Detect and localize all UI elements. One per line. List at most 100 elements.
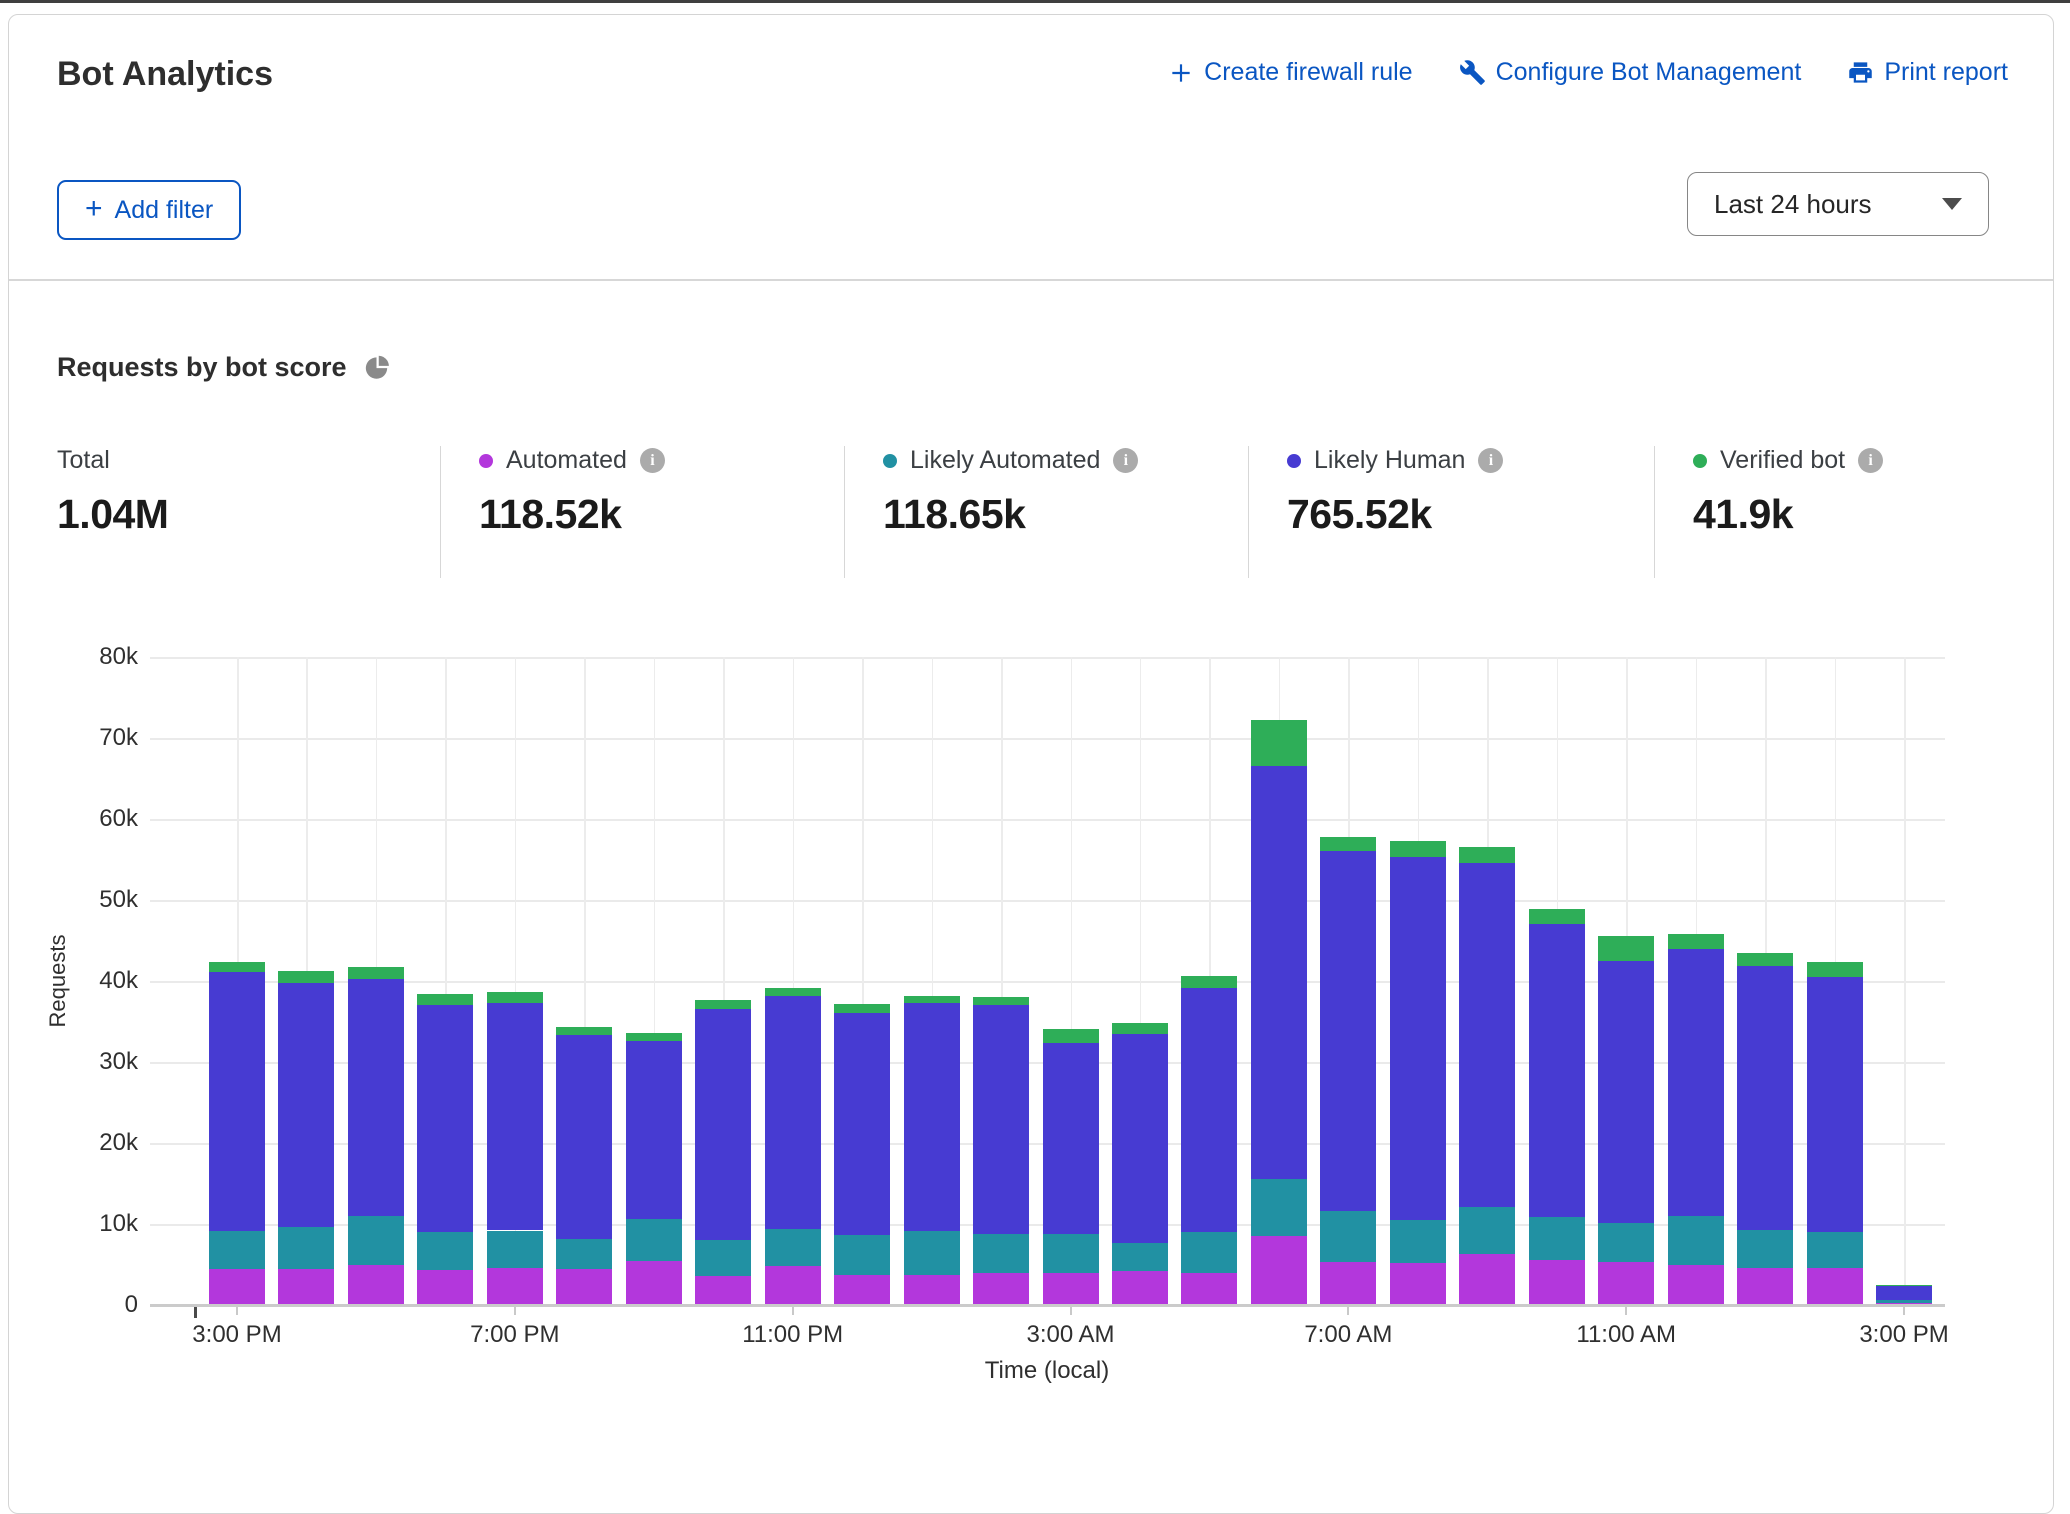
bar-17-likely-automated[interactable] bbox=[1390, 1220, 1446, 1263]
bar-10-automated[interactable] bbox=[904, 1275, 960, 1305]
bar-22-likely-human[interactable] bbox=[1737, 966, 1793, 1229]
bar-5-verified-bot[interactable] bbox=[556, 1027, 612, 1035]
bar-14-likely-automated[interactable] bbox=[1181, 1232, 1237, 1273]
bar-23-automated[interactable] bbox=[1807, 1268, 1863, 1305]
info-icon[interactable]: i bbox=[640, 448, 665, 473]
bar-16-likely-human[interactable] bbox=[1320, 851, 1376, 1211]
bar-6-likely-human[interactable] bbox=[626, 1041, 682, 1219]
bar-6-verified-bot[interactable] bbox=[626, 1033, 682, 1041]
bar-9-likely-human[interactable] bbox=[834, 1013, 890, 1236]
bar-2-likely-automated[interactable] bbox=[348, 1216, 404, 1265]
bar-7-likely-automated[interactable] bbox=[695, 1240, 751, 1276]
bar-23-verified-bot[interactable] bbox=[1807, 962, 1863, 977]
bar-14-likely-human[interactable] bbox=[1181, 988, 1237, 1232]
bar-13-automated[interactable] bbox=[1112, 1271, 1168, 1305]
info-icon[interactable]: i bbox=[1113, 448, 1138, 473]
bar-1-likely-human[interactable] bbox=[278, 983, 334, 1227]
add-filter-button[interactable]: + Add filter bbox=[57, 180, 241, 240]
info-icon[interactable]: i bbox=[1858, 448, 1883, 473]
bar-22-likely-automated[interactable] bbox=[1737, 1230, 1793, 1268]
bar-24-verified-bot[interactable] bbox=[1876, 1285, 1932, 1286]
bar-21-likely-automated[interactable] bbox=[1668, 1216, 1724, 1265]
bar-0-automated[interactable] bbox=[209, 1269, 265, 1305]
bar-6-likely-automated[interactable] bbox=[626, 1219, 682, 1261]
bar-15-automated[interactable] bbox=[1251, 1236, 1307, 1305]
bar-12-likely-human[interactable] bbox=[1043, 1043, 1099, 1234]
bar-6-automated[interactable] bbox=[626, 1261, 682, 1305]
print-report-link[interactable]: Print report bbox=[1847, 58, 2008, 87]
bar-18-verified-bot[interactable] bbox=[1459, 847, 1515, 862]
bar-4-automated[interactable] bbox=[487, 1268, 543, 1305]
bar-8-likely-human[interactable] bbox=[765, 996, 821, 1229]
bar-22-verified-bot[interactable] bbox=[1737, 953, 1793, 966]
bar-8-automated[interactable] bbox=[765, 1266, 821, 1305]
bar-0-likely-automated[interactable] bbox=[209, 1231, 265, 1268]
bar-8-verified-bot[interactable] bbox=[765, 988, 821, 996]
bar-12-automated[interactable] bbox=[1043, 1273, 1099, 1305]
bar-10-likely-human[interactable] bbox=[904, 1003, 960, 1231]
bar-5-likely-automated[interactable] bbox=[556, 1239, 612, 1269]
bar-14-automated[interactable] bbox=[1181, 1273, 1237, 1305]
bar-11-likely-automated[interactable] bbox=[973, 1234, 1029, 1273]
bar-7-verified-bot[interactable] bbox=[695, 1000, 751, 1009]
bar-11-verified-bot[interactable] bbox=[973, 997, 1029, 1004]
bar-2-verified-bot[interactable] bbox=[348, 967, 404, 979]
bar-3-verified-bot[interactable] bbox=[417, 994, 473, 1005]
bar-15-likely-automated[interactable] bbox=[1251, 1179, 1307, 1236]
bar-24-likely-human[interactable] bbox=[1876, 1286, 1932, 1301]
create-firewall-rule-link[interactable]: Create firewall rule bbox=[1168, 58, 1412, 87]
bar-20-automated[interactable] bbox=[1598, 1262, 1654, 1305]
bar-4-verified-bot[interactable] bbox=[487, 992, 543, 1003]
bar-21-likely-human[interactable] bbox=[1668, 949, 1724, 1216]
bar-13-likely-automated[interactable] bbox=[1112, 1243, 1168, 1271]
bar-3-likely-automated[interactable] bbox=[417, 1232, 473, 1270]
bar-13-verified-bot[interactable] bbox=[1112, 1023, 1168, 1034]
bar-7-likely-human[interactable] bbox=[695, 1009, 751, 1241]
bar-18-likely-automated[interactable] bbox=[1459, 1207, 1515, 1254]
configure-bot-management-link[interactable]: Configure Bot Management bbox=[1459, 58, 1802, 87]
info-icon[interactable]: i bbox=[1478, 448, 1503, 473]
bar-9-likely-automated[interactable] bbox=[834, 1235, 890, 1275]
bar-24-likely-automated[interactable] bbox=[1876, 1300, 1932, 1302]
bar-17-automated[interactable] bbox=[1390, 1263, 1446, 1305]
bar-14-verified-bot[interactable] bbox=[1181, 976, 1237, 988]
bar-20-verified-bot[interactable] bbox=[1598, 936, 1654, 960]
bar-11-likely-human[interactable] bbox=[973, 1005, 1029, 1234]
bar-1-likely-automated[interactable] bbox=[278, 1227, 334, 1268]
bar-7-automated[interactable] bbox=[695, 1276, 751, 1305]
bar-19-likely-automated[interactable] bbox=[1529, 1217, 1585, 1260]
bar-5-likely-human[interactable] bbox=[556, 1035, 612, 1239]
bar-20-likely-automated[interactable] bbox=[1598, 1223, 1654, 1262]
bar-18-likely-human[interactable] bbox=[1459, 863, 1515, 1207]
bar-12-likely-automated[interactable] bbox=[1043, 1234, 1099, 1274]
bar-17-verified-bot[interactable] bbox=[1390, 841, 1446, 857]
bar-23-likely-automated[interactable] bbox=[1807, 1232, 1863, 1268]
bar-21-verified-bot[interactable] bbox=[1668, 934, 1724, 949]
bar-5-automated[interactable] bbox=[556, 1269, 612, 1305]
bar-1-verified-bot[interactable] bbox=[278, 971, 334, 983]
bar-18-automated[interactable] bbox=[1459, 1254, 1515, 1305]
bar-4-likely-human[interactable] bbox=[487, 1003, 543, 1231]
bar-8-likely-automated[interactable] bbox=[765, 1229, 821, 1266]
bar-15-likely-human[interactable] bbox=[1251, 766, 1307, 1179]
bar-22-automated[interactable] bbox=[1737, 1268, 1793, 1305]
bar-16-verified-bot[interactable] bbox=[1320, 837, 1376, 851]
bar-0-verified-bot[interactable] bbox=[209, 962, 265, 972]
bar-3-likely-human[interactable] bbox=[417, 1005, 473, 1232]
bar-20-likely-human[interactable] bbox=[1598, 961, 1654, 1223]
time-range-select[interactable]: Last 24 hours bbox=[1687, 172, 1989, 236]
bar-4-likely-automated[interactable] bbox=[487, 1231, 543, 1268]
bar-9-verified-bot[interactable] bbox=[834, 1004, 890, 1013]
bar-0-likely-human[interactable] bbox=[209, 972, 265, 1231]
bar-2-automated[interactable] bbox=[348, 1265, 404, 1306]
bar-10-likely-automated[interactable] bbox=[904, 1231, 960, 1275]
bar-21-automated[interactable] bbox=[1668, 1265, 1724, 1306]
bar-16-automated[interactable] bbox=[1320, 1262, 1376, 1305]
bar-2-likely-human[interactable] bbox=[348, 979, 404, 1216]
bar-10-verified-bot[interactable] bbox=[904, 996, 960, 1002]
bar-11-automated[interactable] bbox=[973, 1273, 1029, 1305]
bar-17-likely-human[interactable] bbox=[1390, 857, 1446, 1220]
bar-1-automated[interactable] bbox=[278, 1269, 334, 1305]
bar-19-likely-human[interactable] bbox=[1529, 924, 1585, 1216]
bar-19-verified-bot[interactable] bbox=[1529, 909, 1585, 924]
